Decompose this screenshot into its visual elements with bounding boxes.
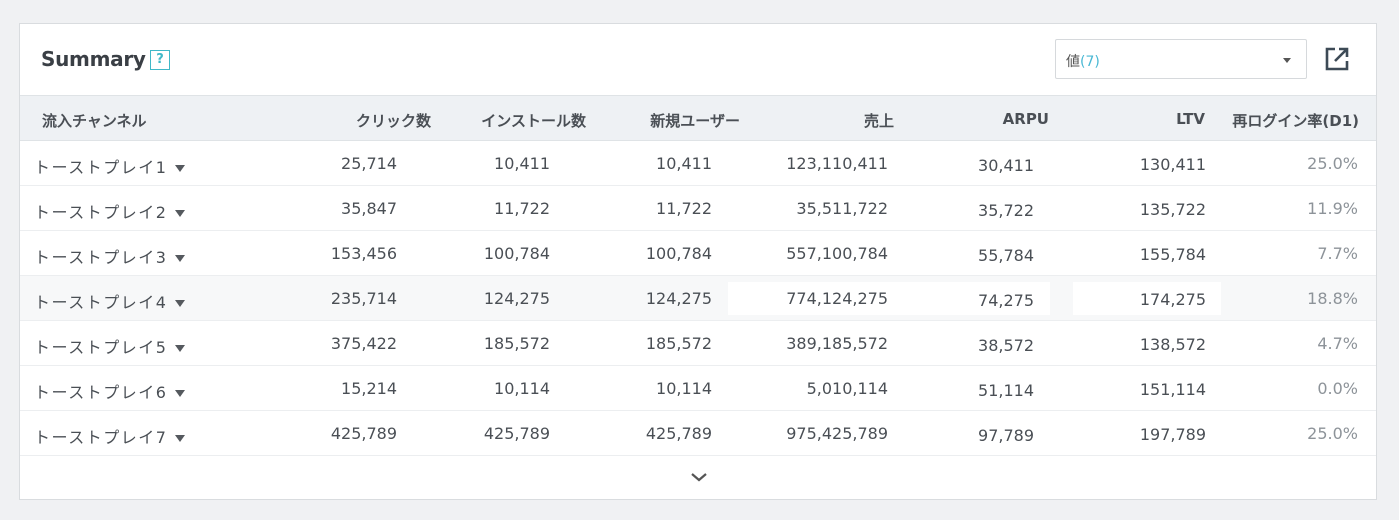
- triangle-down-icon[interactable]: [175, 210, 186, 217]
- cell-new-users: 124,275: [645, 289, 712, 308]
- triangle-down-icon[interactable]: [175, 435, 186, 442]
- cell-new-users: 100,784: [645, 244, 712, 263]
- page-title: Summary: [41, 47, 146, 71]
- cell-relogin-rate: 11.9%: [1307, 199, 1358, 218]
- triangle-down-icon[interactable]: [175, 165, 186, 172]
- column-header-sales[interactable]: 売上: [864, 110, 894, 131]
- table-row: トーストプレイ2 35,847 11,722 11,722 35,511,722 35,7…: [20, 186, 1376, 231]
- channel-name-text: トーストプレイ7: [34, 428, 168, 447]
- channel-name-text: トーストプレイ4: [34, 293, 168, 312]
- cell-ltv: 174,275: [1139, 290, 1206, 309]
- table-row: トーストプレイ7 425,789 425,789 425,789 975,425,789…: [20, 411, 1376, 456]
- cell-clicks: 235,714: [330, 289, 397, 308]
- cell-arpu: 30,411: [978, 156, 1034, 175]
- cell-new-users: 10,411: [656, 154, 712, 173]
- table-row: トーストプレイ4 235,714 124,275 124,275 774,124,275…: [20, 276, 1376, 321]
- cell-sales: 975,425,789: [786, 424, 888, 443]
- cell-relogin-rate: 25.0%: [1307, 154, 1358, 173]
- cell-sales: 35,511,722: [796, 199, 888, 218]
- channel-name[interactable]: トーストプレイ7: [34, 424, 186, 448]
- cell-sales: 389,185,572: [786, 334, 888, 353]
- table-row: トーストプレイ5 375,422 185,572 185,572 389,185,572…: [20, 321, 1376, 366]
- channel-name-text: トーストプレイ2: [34, 203, 168, 222]
- column-header-clicks[interactable]: クリック数: [356, 110, 431, 131]
- cell-new-users: 10,114: [656, 379, 712, 398]
- card-header: Summary ? 値(7): [20, 24, 1376, 95]
- cell-new-users: 11,722: [656, 199, 712, 218]
- channel-name-text: トーストプレイ5: [34, 338, 168, 357]
- triangle-down-icon[interactable]: [175, 255, 186, 262]
- cell-installs: 100,784: [483, 244, 550, 263]
- chevron-down-icon[interactable]: [689, 469, 709, 485]
- column-header-new-users[interactable]: 新規ユーザー: [650, 110, 740, 131]
- column-header-channel[interactable]: 流入チャンネル: [42, 110, 147, 131]
- cell-installs: 10,114: [494, 379, 550, 398]
- cell-relogin-rate: 0.0%: [1317, 379, 1358, 398]
- channel-name[interactable]: トーストプレイ1: [34, 154, 186, 178]
- cell-clicks: 153,456: [330, 244, 397, 263]
- cell-installs: 124,275: [483, 289, 550, 308]
- cell-new-users: 425,789: [645, 424, 712, 443]
- cell-ltv: 155,784: [1139, 245, 1206, 264]
- value-select-count: (7): [1080, 54, 1100, 70]
- cell-ltv: 197,789: [1139, 425, 1206, 444]
- table-row: トーストプレイ6 15,214 10,114 10,114 5,010,114 51,11…: [20, 366, 1376, 411]
- cell-ltv: 130,411: [1139, 155, 1206, 174]
- cell-clicks: 425,789: [330, 424, 397, 443]
- cell-ltv: 151,114: [1139, 380, 1206, 399]
- channel-name[interactable]: トーストプレイ3: [34, 244, 186, 268]
- cell-relogin-rate: 18.8%: [1307, 289, 1358, 308]
- cell-clicks: 375,422: [330, 334, 397, 353]
- table-header: 流入チャンネル クリック数 インストール数 新規ユーザー 売上 ARPU LTV…: [20, 95, 1376, 141]
- cell-ltv: 138,572: [1139, 335, 1206, 354]
- channel-name[interactable]: トーストプレイ2: [34, 199, 186, 223]
- cell-installs: 11,722: [494, 199, 550, 218]
- cell-new-users: 185,572: [645, 334, 712, 353]
- cell-arpu: 55,784: [978, 246, 1034, 265]
- cell-sales: 5,010,114: [806, 379, 888, 398]
- cell-clicks: 25,714: [341, 154, 397, 173]
- cell-ltv: 135,722: [1139, 200, 1206, 219]
- triangle-down-icon[interactable]: [175, 345, 186, 352]
- column-header-ltv[interactable]: LTV: [1176, 110, 1205, 128]
- cell-installs: 185,572: [483, 334, 550, 353]
- help-icon[interactable]: ?: [150, 50, 170, 70]
- channel-name[interactable]: トーストプレイ6: [34, 379, 186, 403]
- channel-name-text: トーストプレイ1: [34, 158, 168, 177]
- cell-arpu: 35,722: [978, 201, 1034, 220]
- value-select[interactable]: 値(7): [1055, 39, 1307, 79]
- cell-relogin-rate: 25.0%: [1307, 424, 1358, 443]
- value-select-text: 値: [1066, 54, 1080, 70]
- summary-card: Summary ? 値(7) 流入チャンネル クリック数 インストール数 新規ユ…: [19, 23, 1377, 500]
- cell-relogin-rate: 7.7%: [1317, 244, 1358, 263]
- channel-name-text: トーストプレイ6: [34, 383, 168, 402]
- value-select-label: 値(7): [1066, 51, 1100, 71]
- caret-down-icon: [1283, 58, 1291, 63]
- channel-name[interactable]: トーストプレイ5: [34, 334, 186, 358]
- cell-arpu: 51,114: [978, 381, 1034, 400]
- column-header-arpu[interactable]: ARPU: [1003, 110, 1049, 128]
- cell-installs: 425,789: [483, 424, 550, 443]
- cell-sales: 557,100,784: [786, 244, 888, 263]
- column-header-installs[interactable]: インストール数: [481, 110, 586, 131]
- channel-name[interactable]: トーストプレイ4: [34, 289, 186, 313]
- triangle-down-icon[interactable]: [175, 390, 186, 397]
- cell-sales: 774,124,275: [786, 289, 888, 308]
- cell-sales: 123,110,411: [786, 154, 888, 173]
- cell-arpu: 74,275: [978, 291, 1034, 310]
- cell-clicks: 15,214: [341, 379, 397, 398]
- table-row: トーストプレイ3 153,456 100,784 100,784 557,100,784…: [20, 231, 1376, 276]
- cell-clicks: 35,847: [341, 199, 397, 218]
- cell-arpu: 97,789: [978, 426, 1034, 445]
- triangle-down-icon[interactable]: [175, 300, 186, 307]
- channel-name-text: トーストプレイ3: [34, 248, 168, 267]
- column-header-relogin-rate[interactable]: 再ログイン率(D1): [1232, 110, 1359, 131]
- cell-relogin-rate: 4.7%: [1317, 334, 1358, 353]
- cell-installs: 10,411: [494, 154, 550, 173]
- external-link-icon[interactable]: [1322, 44, 1352, 74]
- cell-arpu: 38,572: [978, 336, 1034, 355]
- table-row: トーストプレイ1 25,714 10,411 10,411 123,110,411 30,…: [20, 141, 1376, 186]
